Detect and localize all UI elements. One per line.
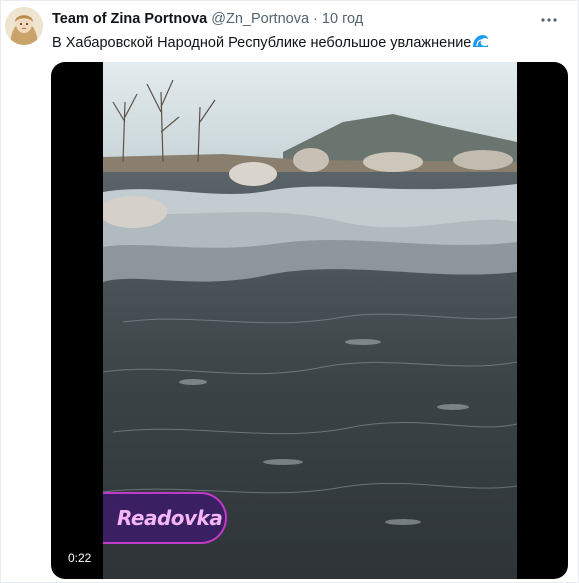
watermark-text: Readovka	[117, 506, 223, 530]
video-timecode: 0:22	[62, 549, 98, 568]
display-name[interactable]: Team of Zina Portnova	[52, 11, 207, 27]
tweet-timestamp[interactable]: 10 год	[322, 11, 363, 27]
video-player[interactable]: Readovka 0:22	[51, 62, 568, 579]
tweet-card[interactable]: Team of Zina Portnova @Zn_Portnova · 10 …	[0, 0, 579, 583]
tweet-header: Team of Zina Portnova @Zn_Portnova · 10 …	[52, 10, 538, 30]
more-options-button[interactable]	[538, 11, 560, 29]
readovka-watermark: Readovka	[103, 492, 227, 544]
water-wave-icon	[471, 32, 489, 56]
avatar-image	[5, 7, 43, 45]
tweet-text: В Хабаровской Народной Республике неболь…	[52, 32, 548, 56]
more-icon	[541, 18, 557, 22]
avatar[interactable]	[5, 7, 43, 45]
tweet-text-content: В Хабаровской Народной Республике неболь…	[52, 35, 472, 51]
separator-dot: ·	[313, 11, 318, 27]
user-handle[interactable]: @Zn_Portnova	[211, 11, 309, 27]
